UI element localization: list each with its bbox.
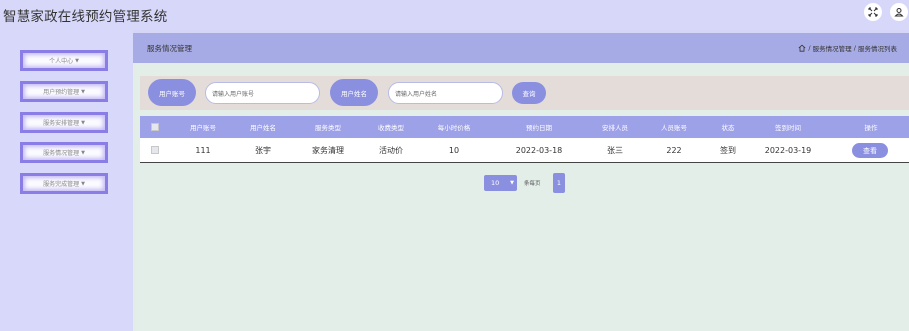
header-account[interactable]: 用户账号 [178, 122, 228, 132]
sidebar-item-label: 服务情况管理 [43, 150, 80, 157]
page-size-value: 10 [491, 179, 500, 187]
sidebar-item-user-booking[interactable]: 用户预约管理 ▼ [20, 81, 108, 102]
cell-account: 111 [195, 145, 211, 155]
caret-down-icon: ▼ [81, 180, 85, 187]
breadcrumb-section[interactable]: 服务情况管理 [813, 43, 852, 53]
account-label: 用户账号 [148, 79, 196, 106]
row-checkbox[interactable] [151, 146, 159, 154]
sidebar-item-label: 用户预约管理 [43, 89, 80, 96]
search-bar: 用户账号 请输入用户账号 用户姓名 请输入用户姓名 查询 [140, 76, 909, 110]
chevron-down-icon: ▼ [510, 180, 514, 186]
table-header: 用户账号 用户姓名 服务类型 收费类型 每小时价格 预约日期 安排人员 人员账号… [140, 116, 909, 138]
sidebar-item-service-completion[interactable]: 服务完成管理 ▼ [20, 173, 108, 194]
home-icon[interactable] [798, 44, 806, 52]
breadcrumb: / 服务情况管理 / 服务情况列表 [798, 43, 897, 53]
sidebar-item-service-status[interactable]: 服务情况管理 ▼ [20, 142, 108, 163]
header-charge[interactable]: 收费类型 [366, 122, 416, 132]
query-button[interactable]: 查询 [512, 82, 546, 104]
sidebar-item-label: 个人中心 [49, 58, 74, 65]
breadcrumb-current: 服务情况列表 [858, 45, 897, 53]
caret-down-icon: ▼ [75, 57, 79, 64]
content-header: 服务情况管理 / 服务情况管理 / 服务情况列表 [133, 33, 909, 63]
header-action: 操作 [864, 124, 878, 132]
cell-checkin: 2022-03-19 [764, 145, 812, 155]
caret-down-icon: ▼ [81, 119, 85, 126]
page-size-select[interactable]: 10 ▼ [484, 175, 517, 191]
view-button[interactable]: 查看 [852, 143, 888, 158]
cell-staff: 张三 [607, 145, 623, 155]
cell-status: 签到 [720, 145, 736, 155]
header-date[interactable]: 预约日期 [509, 122, 569, 132]
table-row: 111 张宇 家务清理 活动价 10 2022-03-18 张三 222 签到 … [140, 138, 909, 163]
breadcrumb-separator: / [853, 44, 856, 52]
header-status[interactable]: 状态 [703, 122, 753, 132]
data-table: 用户账号 用户姓名 服务类型 收费类型 每小时价格 预约日期 安排人员 人员账号… [140, 116, 909, 163]
account-input[interactable]: 请输入用户账号 [205, 82, 320, 104]
name-label: 用户姓名 [330, 79, 378, 106]
fullscreen-icon[interactable] [864, 3, 882, 21]
page-title: 服务情况管理 [147, 44, 192, 53]
cell-service: 家务清理 [312, 145, 344, 155]
page-number-button[interactable]: 1 [553, 173, 565, 193]
select-all-checkbox[interactable] [151, 123, 159, 131]
name-input[interactable]: 请输入用户姓名 [388, 82, 503, 104]
top-bar: 智慧家政在线预约管理系统 [0, 0, 909, 30]
main-content: 服务情况管理 / 服务情况管理 / 服务情况列表 用户账号 请输入用户账号 用户… [133, 33, 909, 331]
user-icon[interactable] [890, 3, 908, 21]
per-page-label: 条每页 [524, 181, 541, 187]
caret-down-icon: ▼ [81, 88, 85, 95]
cell-date: 2022-03-18 [515, 145, 563, 155]
header-staff-account[interactable]: 人员账号 [649, 122, 699, 132]
cell-price: 10 [448, 145, 460, 155]
header-name[interactable]: 用户姓名 [238, 122, 288, 132]
sidebar-item-label: 服务安排管理 [43, 120, 80, 127]
sidebar-item-label: 服务完成管理 [43, 181, 80, 188]
app-title: 智慧家政在线预约管理系统 [3, 9, 168, 25]
cell-name: 张宇 [255, 145, 271, 155]
header-staff[interactable]: 安排人员 [590, 122, 640, 132]
header-price[interactable]: 每小时价格 [429, 122, 479, 132]
sidebar-item-profile[interactable]: 个人中心 ▼ [20, 50, 108, 71]
header-service[interactable]: 服务类型 [303, 122, 353, 132]
pagination: 10 ▼ 条每页 1 [133, 173, 909, 193]
breadcrumb-separator: / [808, 44, 811, 52]
cell-charge: 活动价 [379, 145, 403, 155]
sidebar: 个人中心 ▼ 用户预约管理 ▼ 服务安排管理 ▼ 服务情况管理 ▼ 服务完成管理 ▼ [0, 30, 133, 331]
cell-staff-account: 222 [666, 145, 682, 155]
sidebar-item-service-arrangement[interactable]: 服务安排管理 ▼ [20, 112, 108, 133]
header-checkin[interactable]: 签到时间 [758, 122, 818, 132]
caret-down-icon: ▼ [81, 149, 85, 156]
